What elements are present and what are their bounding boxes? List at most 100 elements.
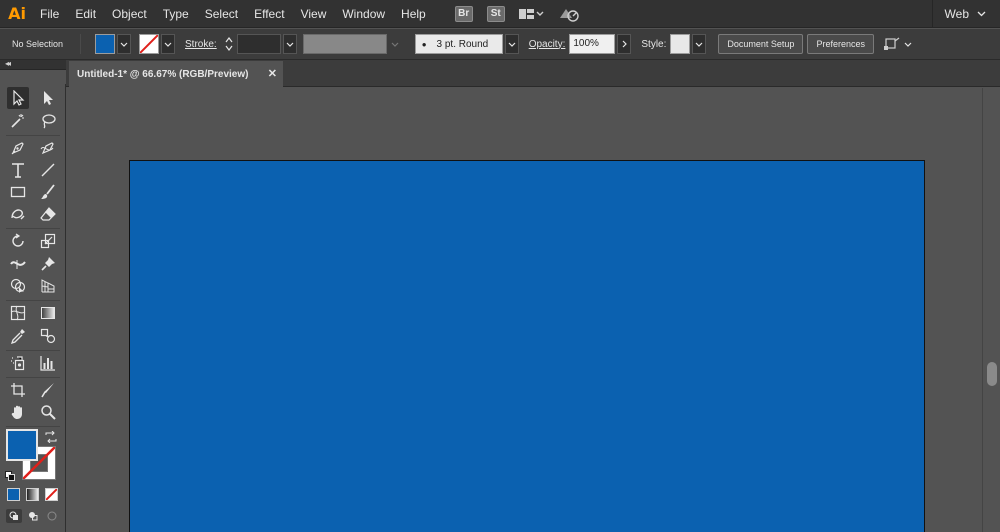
slice-tool[interactable] bbox=[37, 379, 59, 401]
selection-status: No Selection bbox=[12, 39, 64, 49]
stroke-dropdown[interactable] bbox=[161, 34, 175, 54]
line-segment-tool[interactable] bbox=[37, 159, 59, 181]
opacity-arrow-button[interactable] bbox=[617, 34, 632, 54]
artboard[interactable] bbox=[129, 160, 925, 532]
chevron-down-icon bbox=[391, 42, 399, 47]
type-tool[interactable] bbox=[7, 159, 29, 181]
rectangle-tool[interactable] bbox=[7, 181, 29, 203]
transform-options-icon bbox=[883, 37, 900, 50]
artboard-icon bbox=[11, 383, 25, 397]
color-button[interactable] bbox=[7, 488, 20, 501]
vertical-scrollbar[interactable] bbox=[982, 88, 1000, 532]
stroke-weight-field[interactable] bbox=[236, 34, 281, 54]
column-graph-tool[interactable] bbox=[37, 352, 59, 374]
perspective-grid-tool[interactable] bbox=[37, 275, 59, 297]
fill-color-swatch[interactable] bbox=[6, 429, 38, 461]
curvature-tool[interactable] bbox=[37, 137, 59, 159]
pen-tool[interactable] bbox=[7, 137, 29, 159]
eraser-tool[interactable] bbox=[37, 203, 59, 225]
draw-behind-button[interactable] bbox=[25, 509, 41, 523]
menu-edit[interactable]: Edit bbox=[67, 0, 104, 28]
stock-button[interactable]: St bbox=[486, 5, 505, 22]
draw-behind-icon bbox=[29, 512, 38, 521]
swap-arrows-icon bbox=[45, 430, 57, 444]
fill-swatch[interactable] bbox=[95, 34, 115, 54]
menu-type[interactable]: Type bbox=[155, 0, 197, 28]
bridge-button[interactable]: Br bbox=[454, 5, 473, 22]
style-dropdown[interactable] bbox=[692, 34, 707, 54]
stroke-weight-stepper[interactable] bbox=[223, 34, 235, 54]
draw-normal-button[interactable] bbox=[6, 509, 22, 523]
paintbrush-tool[interactable] bbox=[37, 181, 59, 203]
eyedropper-tool[interactable] bbox=[7, 325, 29, 347]
brush-definition-field[interactable]: ● 3 pt. Round bbox=[414, 34, 503, 54]
slice-knife-icon bbox=[41, 383, 54, 398]
selection-tool[interactable] bbox=[7, 87, 29, 109]
draw-inside-icon bbox=[47, 511, 57, 521]
stroke-swatch[interactable] bbox=[139, 34, 159, 54]
opacity-label[interactable]: Opacity: bbox=[529, 39, 566, 50]
document-setup-button[interactable]: Document Setup bbox=[718, 34, 804, 54]
pin-icon bbox=[41, 257, 55, 271]
lasso-tool[interactable] bbox=[37, 110, 59, 132]
fill-dropdown[interactable] bbox=[117, 34, 131, 54]
arrange-panel-button[interactable] bbox=[883, 37, 912, 51]
chevron-down-icon bbox=[286, 42, 294, 47]
menu-select[interactable]: Select bbox=[197, 0, 246, 28]
menu-help[interactable]: Help bbox=[393, 0, 434, 28]
zoom-tool[interactable] bbox=[37, 401, 59, 423]
zoom-magnifier-icon bbox=[41, 405, 56, 420]
workspace-label: Web bbox=[944, 7, 969, 21]
magic-wand-tool[interactable] bbox=[7, 110, 29, 132]
toolbar-header[interactable]: ◂◂ bbox=[0, 59, 66, 70]
swap-colors-button[interactable] bbox=[44, 430, 58, 444]
direct-selection-tool[interactable] bbox=[37, 87, 59, 109]
menu-view[interactable]: View bbox=[293, 0, 335, 28]
toolbar-separator bbox=[6, 135, 60, 136]
preferences-button[interactable]: Preferences bbox=[807, 34, 874, 54]
draw-inside-button[interactable] bbox=[44, 509, 60, 523]
gradient-button[interactable] bbox=[26, 488, 39, 501]
symbol-sprayer-icon bbox=[11, 356, 25, 371]
chevron-down-icon bbox=[695, 42, 703, 47]
menu-effect[interactable]: Effect bbox=[246, 0, 292, 28]
gpu-performance-button[interactable] bbox=[558, 6, 580, 22]
rotate-tool[interactable] bbox=[7, 230, 29, 252]
gradient-tool[interactable] bbox=[37, 302, 59, 324]
shaper-icon bbox=[11, 209, 25, 220]
default-colors-button[interactable] bbox=[5, 468, 15, 481]
document-canvas[interactable] bbox=[68, 88, 982, 532]
gradient-icon bbox=[41, 307, 55, 319]
artboard-tool[interactable] bbox=[7, 379, 29, 401]
blend-tool[interactable] bbox=[37, 325, 59, 347]
scale-tool[interactable] bbox=[37, 230, 59, 252]
collapse-toolbar-icon[interactable]: ◂◂ bbox=[5, 59, 11, 68]
shape-builder-tool[interactable] bbox=[7, 275, 29, 297]
none-button[interactable] bbox=[45, 488, 58, 501]
hand-tool[interactable] bbox=[7, 401, 29, 423]
menu-file[interactable]: File bbox=[32, 0, 67, 28]
menu-window[interactable]: Window bbox=[334, 0, 393, 28]
document-tab[interactable]: Untitled-1* @ 66.67% (RGB/Preview) ✕ bbox=[69, 61, 283, 87]
arrange-documents-button[interactable] bbox=[518, 7, 544, 21]
toolbar-separator bbox=[6, 426, 60, 427]
workspace-switcher[interactable]: Web bbox=[931, 0, 1000, 28]
eyedropper-icon bbox=[10, 329, 25, 344]
close-icon[interactable]: ✕ bbox=[268, 67, 277, 80]
opacity-field[interactable]: 100% bbox=[569, 34, 616, 54]
column-graph-icon bbox=[40, 356, 55, 371]
brush-dropdown[interactable] bbox=[504, 34, 519, 54]
gpu-performance-icon bbox=[559, 8, 579, 22]
mesh-tool[interactable] bbox=[7, 302, 29, 324]
puppet-warp-tool[interactable] bbox=[37, 253, 59, 275]
symbol-sprayer-tool[interactable] bbox=[7, 352, 29, 374]
rotate-icon bbox=[12, 233, 24, 247]
shaper-tool[interactable] bbox=[7, 203, 29, 225]
graphic-style-swatch[interactable] bbox=[670, 34, 691, 54]
scroll-thumb[interactable] bbox=[987, 362, 997, 386]
stroke-weight-dropdown[interactable] bbox=[282, 34, 297, 54]
menu-object[interactable]: Object bbox=[104, 0, 155, 28]
variable-width-profile[interactable] bbox=[302, 34, 387, 54]
stroke-label[interactable]: Stroke: bbox=[185, 39, 217, 50]
width-tool[interactable] bbox=[7, 253, 29, 275]
